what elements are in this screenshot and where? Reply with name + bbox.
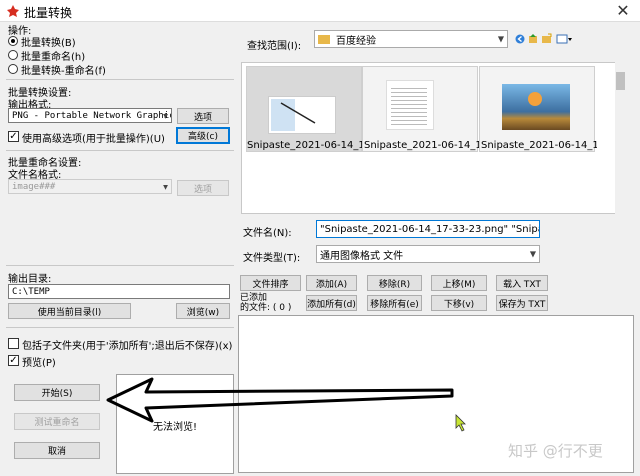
filename-format-value: image### bbox=[12, 181, 56, 192]
divider bbox=[6, 327, 234, 328]
divider bbox=[6, 265, 234, 266]
radio-label: 批量重命名(h) bbox=[21, 52, 86, 63]
cancel-button[interactable]: 取消 bbox=[14, 442, 100, 459]
chevron-down-icon: ▼ bbox=[163, 182, 168, 191]
added-files-count: 已添加 的文件: ( 0 ) bbox=[240, 293, 292, 313]
lookin-select[interactable]: 百度经验 ▼ bbox=[314, 30, 508, 48]
add-button[interactable]: 添加(A) bbox=[306, 275, 357, 291]
start-button[interactable]: 开始(S) bbox=[14, 384, 100, 401]
filetype-select[interactable]: 通用图像格式 文件 ▼ bbox=[316, 245, 540, 263]
rename-options-button[interactable]: 选项 bbox=[177, 180, 229, 196]
load-txt-button[interactable]: 载入 TXT bbox=[496, 275, 548, 291]
folder-icon bbox=[318, 34, 330, 44]
thumbnail-image bbox=[386, 80, 434, 130]
radio-batch-rename[interactable] bbox=[8, 50, 18, 60]
app-icon bbox=[6, 4, 20, 18]
advanced-button[interactable]: 高级(c) bbox=[176, 127, 230, 144]
format-options-button[interactable]: 选项 bbox=[177, 108, 229, 124]
output-dir-label: 输出目录: bbox=[8, 274, 52, 285]
chevron-down-icon: ▼ bbox=[163, 111, 168, 120]
watermark: 知乎 @行不更 bbox=[508, 442, 603, 460]
radio-label: 批量转换-重命名(f) bbox=[21, 66, 106, 77]
title-bar bbox=[0, 0, 640, 22]
thumbnail-image bbox=[268, 96, 336, 134]
thumbnail-image bbox=[502, 84, 570, 130]
filetype-value: 通用图像格式 文件 bbox=[320, 250, 404, 262]
output-format-select[interactable]: PNG - Portable Network Graphics ▼ bbox=[8, 108, 172, 123]
divider bbox=[6, 150, 234, 151]
radio-batch-convert[interactable] bbox=[8, 36, 18, 46]
cursor-icon bbox=[455, 414, 466, 432]
advanced-checkbox[interactable]: ✓ bbox=[8, 131, 19, 142]
add-all-button[interactable]: 添加所有(d) bbox=[306, 295, 357, 311]
filename-format-select[interactable]: image### ▼ bbox=[8, 179, 172, 194]
use-current-dir-button[interactable]: 使用当前目录(l) bbox=[8, 303, 131, 319]
output-format-value: PNG - Portable Network Graphics bbox=[12, 110, 172, 121]
output-dir-input[interactable]: C:\TEMP bbox=[8, 284, 230, 299]
radio-label: 批量转换(B) bbox=[21, 38, 76, 49]
thumbnail-caption: Snipaste_2021-06-14_1... bbox=[247, 140, 363, 151]
lookin-value: 百度经验 bbox=[336, 35, 376, 47]
divider bbox=[6, 79, 234, 80]
save-txt-button[interactable]: 保存为 TXT bbox=[496, 295, 548, 311]
preview-label: 预览(P) bbox=[22, 358, 56, 369]
subfolders-label: 包括子文件夹(用于'添加所有';退出后不保存)(x) bbox=[22, 341, 233, 352]
filename-label: 文件名(N): bbox=[243, 228, 292, 239]
test-rename-button[interactable]: 测试重命名 bbox=[14, 413, 100, 430]
radio-batch-convert-rename[interactable] bbox=[8, 64, 18, 74]
filename-input[interactable]: "Snipaste_2021-06-14_17-33-23.png" "Snip… bbox=[316, 220, 540, 238]
advanced-checkbox-label: 使用高级选项(用于批量操作)(U) bbox=[22, 134, 165, 145]
preview-checkbox[interactable]: ✓ bbox=[8, 355, 19, 366]
move-down-button[interactable]: 下移(v) bbox=[431, 295, 487, 311]
scrollbar[interactable] bbox=[615, 62, 626, 214]
annotation-arrow bbox=[106, 377, 454, 423]
remove-button[interactable]: 移除(R) bbox=[367, 275, 422, 291]
browse-button[interactable]: 浏览(w) bbox=[176, 303, 230, 319]
chevron-down-icon: ▼ bbox=[497, 34, 504, 44]
move-up-button[interactable]: 上移(M) bbox=[431, 275, 487, 291]
subfolders-checkbox[interactable] bbox=[8, 338, 19, 349]
scrollbar-thumb[interactable] bbox=[616, 72, 625, 90]
window-title: 批量转换 bbox=[24, 6, 73, 20]
close-icon[interactable]: ✕ bbox=[608, 1, 638, 21]
thumbnail-caption: Snipaste_2021-06-14_1... bbox=[481, 140, 597, 151]
thumbnail-caption: Snipaste_2021-06-14_1... bbox=[364, 140, 480, 151]
nav-toolbar bbox=[514, 33, 574, 45]
remove-all-button[interactable]: 移除所有(e) bbox=[367, 295, 422, 311]
sort-files-button[interactable]: 文件排序 bbox=[240, 275, 301, 291]
filetype-label: 文件类型(T): bbox=[243, 253, 301, 264]
lookin-label: 查找范围(I): bbox=[247, 41, 302, 52]
chevron-down-icon: ▼ bbox=[529, 249, 536, 259]
